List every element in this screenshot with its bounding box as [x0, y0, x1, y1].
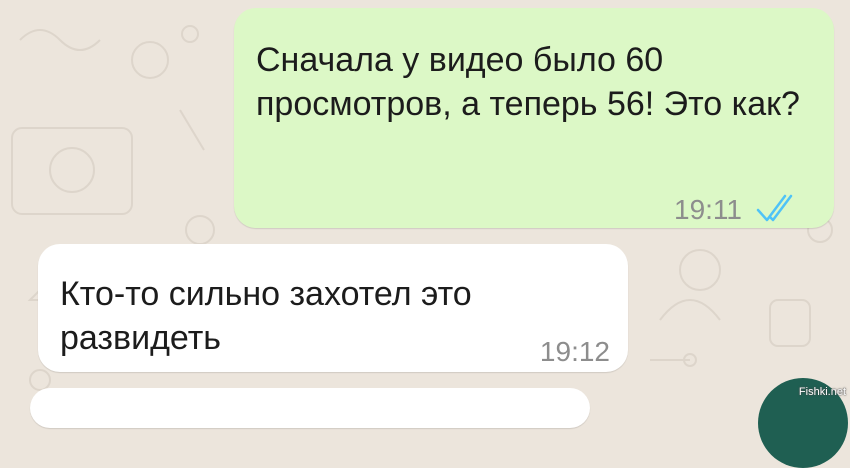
message-text: Сначала у видео было 60 просмотров, а те… [256, 41, 800, 123]
next-message-bubble[interactable] [30, 388, 590, 428]
incoming-message-bubble[interactable]: Кто-то сильно захотел это развидеть 19:1… [38, 244, 628, 372]
message-time: 19:11 [674, 194, 742, 225]
outgoing-message-bubble[interactable]: Сначала у видео было 60 просмотров, а те… [234, 8, 834, 228]
watermark: Fishki.net [798, 386, 846, 398]
message-text: Кто-то сильно захотел это развидеть [60, 275, 472, 357]
message-time: 19:12 [539, 336, 610, 367]
double-check-read-icon [756, 194, 793, 222]
